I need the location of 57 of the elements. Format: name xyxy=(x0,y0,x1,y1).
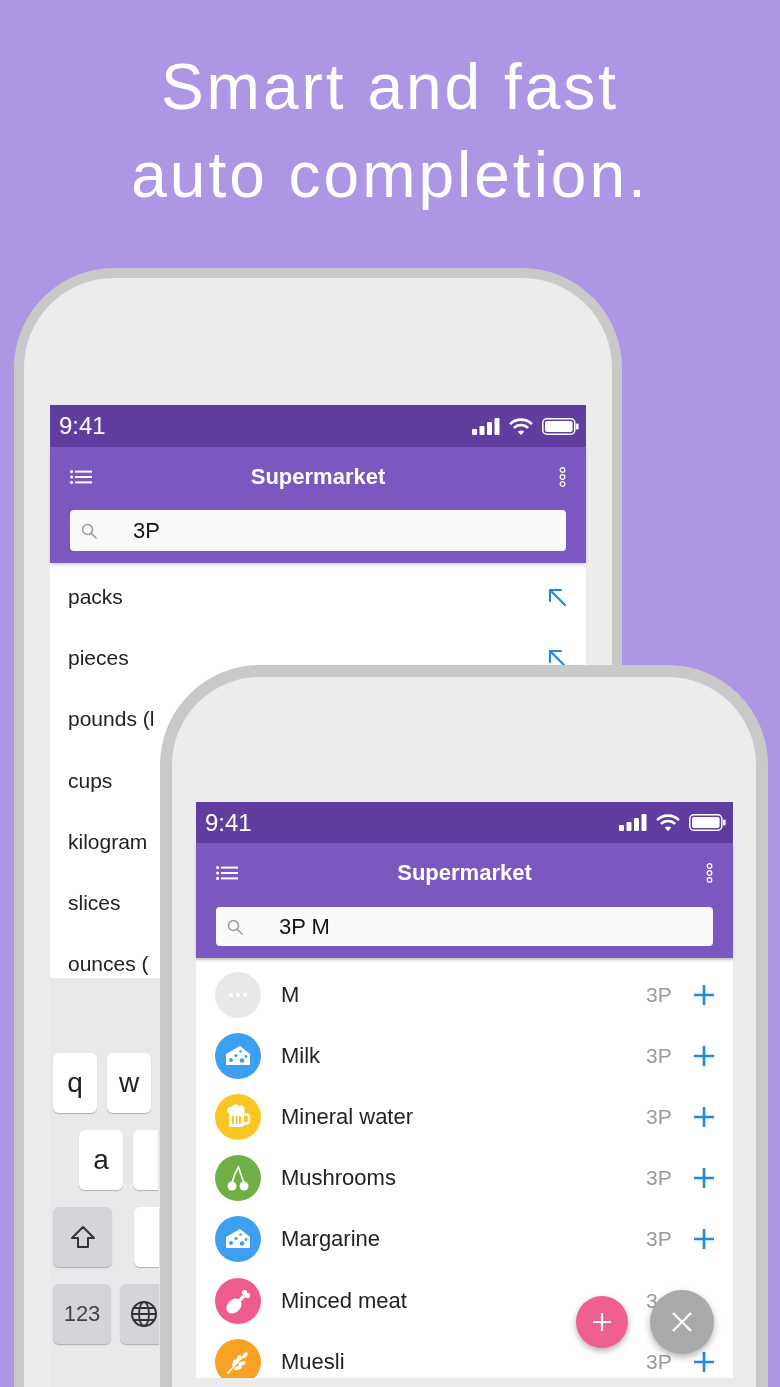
numbers-key[interactable]: 123 xyxy=(53,1284,111,1344)
plus-icon[interactable] xyxy=(694,1168,714,1189)
item-name[interactable]: Margarine xyxy=(281,1226,381,1253)
item-quantity: 3P xyxy=(646,982,672,1006)
suggestion-text[interactable]: kilogram xyxy=(68,829,148,854)
battery-icon xyxy=(542,417,579,435)
item-name[interactable]: Mineral water xyxy=(281,1103,414,1130)
app-title: Supermarket xyxy=(250,464,386,490)
item-quantity: 3P xyxy=(646,1104,672,1128)
keyboard-key[interactable]: q xyxy=(53,1053,97,1113)
item-quantity: 3P xyxy=(646,1043,672,1067)
status-time: 9:41 xyxy=(205,808,252,837)
suggestion-text[interactable]: pounds (l xyxy=(68,707,155,732)
suggestion-text[interactable]: cups xyxy=(68,768,113,793)
plus-icon[interactable] xyxy=(694,1351,714,1372)
close-icon xyxy=(672,1312,692,1332)
item-quantity: 3P xyxy=(646,1166,672,1190)
item-name[interactable]: M xyxy=(281,981,300,1008)
search-field[interactable]: 3P xyxy=(70,510,566,551)
signal-icon xyxy=(619,814,647,831)
suggestion-text[interactable]: slices xyxy=(68,891,121,916)
plus-icon[interactable] xyxy=(694,984,714,1005)
more-icon[interactable] xyxy=(559,467,566,487)
item-quantity: 3P xyxy=(646,1349,672,1373)
menu-icon[interactable] xyxy=(70,470,92,484)
search-field[interactable]: 3P M xyxy=(216,907,713,946)
search-icon xyxy=(81,522,97,539)
keyboard-key[interactable]: a xyxy=(79,1130,123,1190)
app-title: Supermarket xyxy=(397,859,532,886)
item-quantity: 3P xyxy=(646,1227,672,1251)
plus-icon xyxy=(593,1313,611,1331)
suggestion-text[interactable]: pieces xyxy=(68,645,129,670)
plus-icon[interactable] xyxy=(694,1045,714,1066)
shift-icon xyxy=(69,1225,96,1249)
wifi-icon xyxy=(509,417,533,435)
item-name[interactable]: Milk xyxy=(281,1042,321,1069)
globe-key[interactable] xyxy=(120,1284,159,1344)
keyboard-key[interactable]: w xyxy=(107,1053,151,1113)
signal-icon xyxy=(472,417,500,435)
globe-icon xyxy=(130,1300,158,1328)
item-name[interactable]: Muesli xyxy=(281,1348,345,1375)
headline: Smart and fast auto completion. xyxy=(130,50,650,213)
suggestion-text[interactable]: packs xyxy=(68,584,123,609)
wifi-icon xyxy=(656,814,680,831)
plus-icon[interactable] xyxy=(694,1106,714,1127)
plus-icon[interactable] xyxy=(694,1229,714,1250)
arrow-icon[interactable] xyxy=(547,586,567,607)
item-name[interactable]: Mushrooms xyxy=(281,1165,396,1192)
search-icon xyxy=(227,918,243,935)
menu-icon[interactable] xyxy=(216,865,238,880)
arrow-icon[interactable] xyxy=(547,647,567,668)
item-name[interactable]: Minced meat xyxy=(281,1287,407,1314)
suggestion-text[interactable]: ounces ( xyxy=(68,952,149,977)
shift-key[interactable] xyxy=(53,1207,112,1267)
more-icon[interactable] xyxy=(706,862,713,883)
status-time: 9:41 xyxy=(59,412,106,440)
battery-icon xyxy=(689,814,726,831)
